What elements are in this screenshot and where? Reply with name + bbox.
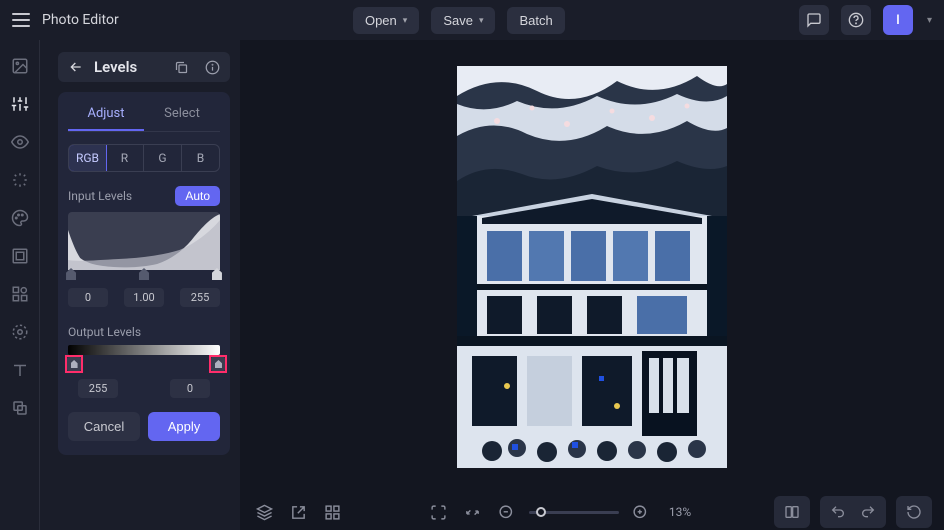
cancel-button[interactable]: Cancel	[68, 412, 140, 441]
grid-icon[interactable]	[320, 500, 344, 524]
tool-copy-icon[interactable]	[10, 398, 30, 418]
output-slider[interactable]	[68, 357, 220, 373]
help-icon[interactable]	[841, 5, 871, 35]
input-mid-value[interactable]: 1.00	[124, 288, 164, 307]
compare-icon[interactable]	[780, 500, 804, 524]
histogram	[68, 212, 220, 270]
tool-sparkle-icon[interactable]	[10, 170, 30, 190]
output-left-handle[interactable]	[67, 357, 81, 371]
output-right-value[interactable]: 0	[170, 379, 210, 398]
info-icon[interactable]	[205, 60, 220, 75]
channel-rgb[interactable]: RGB	[68, 144, 107, 172]
fullscreen-icon[interactable]	[427, 500, 451, 524]
menu-icon[interactable]	[12, 13, 30, 27]
channel-g[interactable]: G	[144, 145, 182, 171]
external-icon[interactable]	[286, 500, 310, 524]
tool-palette-icon[interactable]	[10, 208, 30, 228]
tool-image-icon[interactable]	[10, 56, 30, 76]
zoom-percent: 13%	[669, 505, 691, 519]
layers-icon[interactable]	[252, 500, 276, 524]
open-button[interactable]: Open▾	[353, 7, 419, 34]
output-levels-label: Output Levels	[68, 325, 220, 339]
tool-text-icon[interactable]	[10, 360, 30, 380]
redo-icon[interactable]	[856, 500, 880, 524]
tab-select[interactable]: Select	[144, 102, 220, 131]
revert-icon[interactable]	[902, 500, 926, 524]
input-mid-handle[interactable]	[139, 268, 149, 280]
zoom-out-icon[interactable]	[495, 500, 519, 524]
comment-icon[interactable]	[799, 5, 829, 35]
user-menu-chevron[interactable]: ▾	[927, 15, 932, 26]
channel-b[interactable]: B	[182, 145, 219, 171]
duplicate-icon[interactable]	[174, 60, 189, 75]
input-black-handle[interactable]	[66, 268, 76, 280]
zoom-slider[interactable]	[529, 511, 619, 514]
tool-frame-icon[interactable]	[10, 246, 30, 266]
output-left-value[interactable]: 255	[78, 379, 118, 398]
apply-button[interactable]: Apply	[148, 412, 220, 441]
canvas-image[interactable]	[457, 66, 727, 468]
zoom-in-icon[interactable]	[629, 500, 653, 524]
auto-button[interactable]: Auto	[175, 186, 220, 206]
app-title: Photo Editor	[42, 12, 119, 28]
input-black-value[interactable]: 0	[68, 288, 108, 307]
undo-icon[interactable]	[826, 500, 850, 524]
tool-retouch-icon[interactable]	[10, 322, 30, 342]
tool-eye-icon[interactable]	[10, 132, 30, 152]
tool-elements-icon[interactable]	[10, 284, 30, 304]
save-button[interactable]: Save▾	[431, 7, 495, 34]
channel-r[interactable]: R	[106, 145, 144, 171]
input-levels-label: Input Levels	[68, 189, 132, 203]
panel-title: Levels	[94, 58, 158, 76]
input-white-value[interactable]: 255	[180, 288, 220, 307]
tab-adjust[interactable]: Adjust	[68, 102, 144, 131]
tool-adjust-icon[interactable]	[10, 94, 30, 114]
input-white-handle[interactable]	[212, 268, 222, 280]
zoom-thumb[interactable]	[536, 507, 546, 517]
output-right-handle[interactable]	[211, 357, 225, 371]
input-slider[interactable]	[68, 270, 220, 280]
batch-button[interactable]: Batch	[507, 7, 564, 34]
avatar[interactable]: I	[883, 5, 913, 35]
back-icon[interactable]	[68, 59, 84, 75]
output-gradient	[68, 345, 220, 355]
fit-icon[interactable]	[461, 500, 485, 524]
